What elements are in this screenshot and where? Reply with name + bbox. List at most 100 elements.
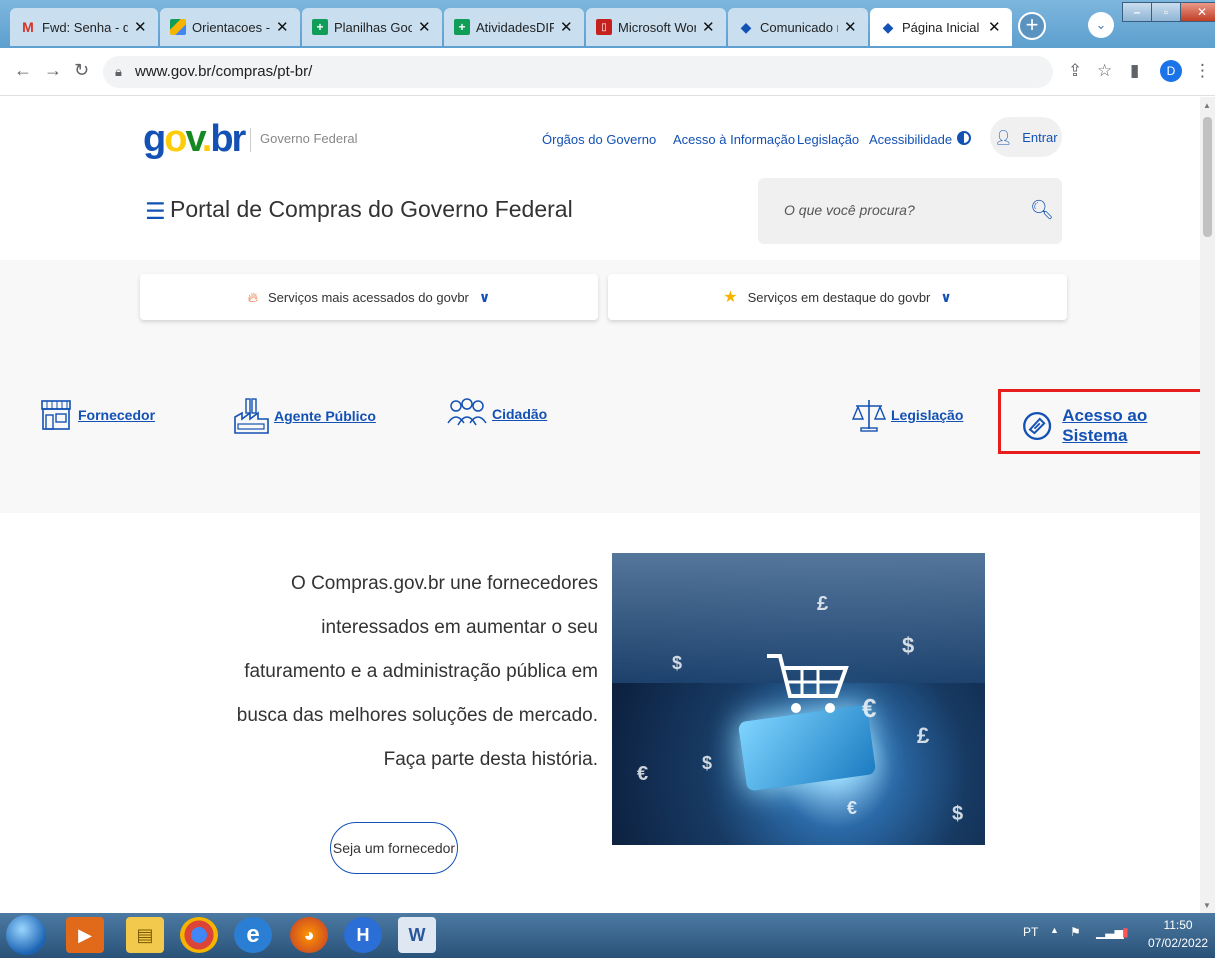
bookmark-star-icon[interactable]: ☆ <box>1097 61 1112 81</box>
flame-icon: 🔥︎ <box>247 288 259 305</box>
firefox-icon[interactable]: ◕ <box>290 917 328 953</box>
close-tab-icon[interactable]: ✕ <box>276 18 290 36</box>
side-panel-icon[interactable]: ▮ <box>1130 61 1139 81</box>
tab-title: AtividadesDIFIN - <box>476 19 554 35</box>
maximize-button[interactable]: ▫ <box>1151 2 1181 22</box>
close-tab-icon[interactable]: ✕ <box>560 18 574 36</box>
close-tab-icon[interactable]: ✕ <box>844 18 858 36</box>
scroll-up-arrow-icon[interactable]: ▲ <box>1203 101 1211 110</box>
tab-orientacoes[interactable]: Orientacoes - Goo ✕ <box>160 8 300 46</box>
hero-line: O Compras.gov.br une fornecedores <box>291 573 598 594</box>
govbr-icon: ◆ <box>882 18 894 35</box>
h-app-icon[interactable]: H <box>344 917 382 953</box>
hero-line: Faça parte desta história. <box>383 749 598 770</box>
word-doc-icon: ▯ <box>596 19 612 35</box>
word-icon[interactable]: W <box>398 917 436 953</box>
file-explorer-icon[interactable]: ▤ <box>126 917 164 953</box>
minimize-button[interactable]: – <box>1122 2 1152 22</box>
hamburger-menu-icon[interactable]: ☰ <box>145 200 166 223</box>
profile-avatar[interactable]: D <box>1160 60 1182 82</box>
search-icon[interactable]: 🔍︎ <box>1030 198 1054 222</box>
forward-arrow-icon[interactable]: → <box>44 60 62 81</box>
logo-letter: g <box>143 118 166 160</box>
back-arrow-icon[interactable]: ← <box>14 60 32 81</box>
govbr-logo[interactable]: gov.br <box>143 118 246 160</box>
search-input[interactable]: O que você procura? 🔍︎ <box>758 178 1062 244</box>
lock-icon: 🔒︎ <box>115 64 122 79</box>
internet-explorer-icon[interactable]: e <box>234 917 272 953</box>
persona-label: Legislação <box>891 407 964 423</box>
currency-symbol: £ <box>917 723 930 748</box>
persona-fornecedor[interactable]: Fornecedor <box>38 397 155 433</box>
menu-kebab-icon[interactable]: ⋮ <box>1194 61 1211 81</box>
featured-services-dropdown[interactable]: ★ Serviços em destaque do govbr ∨ <box>608 274 1067 320</box>
persona-label: Agente Público <box>274 408 376 424</box>
tab-search-button[interactable]: ⌄ <box>1088 12 1114 38</box>
show-hidden-icons-icon[interactable]: ▲ <box>1050 925 1059 935</box>
media-player-icon[interactable]: ▶ <box>66 917 104 953</box>
new-tab-button[interactable]: + <box>1018 12 1046 40</box>
share-icon[interactable]: ⇪ <box>1068 61 1082 81</box>
scales-icon <box>851 400 887 432</box>
persona-agente-publico[interactable]: Agente Público <box>232 397 376 435</box>
scroll-down-arrow-icon[interactable]: ▼ <box>1203 901 1211 910</box>
people-icon <box>447 398 487 426</box>
page-scrollbar[interactable]: ▲ ▼ <box>1200 97 1215 913</box>
tab-comunicado[interactable]: ◆ Comunicado nº 3/ ✕ <box>728 8 868 46</box>
login-button[interactable]: 👤︎ Entrar <box>990 117 1062 157</box>
language-indicator[interactable]: PT <box>1023 925 1038 939</box>
google-drive-icon <box>170 19 186 35</box>
currency-symbol: $ <box>952 803 964 825</box>
currency-symbol: $ <box>902 633 915 658</box>
link-legislacao[interactable]: Legislação <box>797 132 859 147</box>
web-page: gov.br Governo Federal Órgãos do Governo… <box>0 97 1200 913</box>
become-supplier-button[interactable]: Seja um fornecedor <box>330 822 458 874</box>
system-clock[interactable]: 11:50 07/02/2022 <box>1148 916 1208 952</box>
battery-icon[interactable]: ▮ <box>1122 925 1129 939</box>
address-bar[interactable]: 🔒︎ www.gov.br/compras/pt-br/ <box>103 56 1053 88</box>
action-center-flag-icon[interactable]: ⚑ <box>1070 925 1081 939</box>
tab-pagina-inicial[interactable]: ◆ Página Inicial do C ✕ <box>870 8 1012 46</box>
close-tab-icon[interactable]: ✕ <box>418 18 432 36</box>
close-tab-icon[interactable]: ✕ <box>988 18 1002 36</box>
most-accessed-services-dropdown[interactable]: 🔥︎ Serviços mais acessados do govbr ∨ <box>140 274 598 320</box>
tab-gmail[interactable]: M Fwd: Senha - difin ✕ <box>10 8 158 46</box>
link-acesso-a-informacao[interactable]: Acesso à Informação <box>673 132 795 147</box>
sheets-icon: + <box>454 19 470 35</box>
network-signal-icon[interactable]: ▁▃▅ <box>1096 925 1124 939</box>
tab-title: Comunicado nº 3/ <box>760 19 838 35</box>
reload-icon[interactable]: ↻ <box>74 60 89 81</box>
currency-symbol: € <box>847 798 858 818</box>
currency-symbol: € <box>637 763 649 785</box>
portal-title: Portal de Compras do Governo Federal <box>170 196 573 222</box>
start-button[interactable] <box>6 915 46 955</box>
tab-atividades[interactable]: + AtividadesDIFIN - ✕ <box>444 8 584 46</box>
tab-word[interactable]: ▯ Microsoft Word - ✕ <box>586 8 726 46</box>
currency-symbol: $ <box>672 653 683 673</box>
service-card-label: Serviços em destaque do govbr <box>747 289 931 305</box>
tab-planilhas[interactable]: + Planilhas Google ✕ <box>302 8 442 46</box>
currency-symbol: £ <box>817 593 829 615</box>
hero-line: interessados em aumentar o seu <box>321 617 598 638</box>
url-text: www.gov.br/compras/pt-br/ <box>135 63 313 80</box>
window-controls: – ▫ ✕ <box>1122 2 1215 22</box>
store-icon <box>41 400 71 430</box>
contrast-icon[interactable] <box>957 131 971 145</box>
service-card-label: Serviços mais acessados do govbr <box>268 289 469 305</box>
close-tab-icon[interactable]: ✕ <box>134 18 148 36</box>
persona-cidadao[interactable]: Cidadão <box>446 397 547 431</box>
close-tab-icon[interactable]: ✕ <box>702 18 716 36</box>
chrome-icon[interactable] <box>180 917 218 953</box>
browser-toolbar: ← → ↻ 🔒︎ www.gov.br/compras/pt-br/ ⇪ ☆ ▮… <box>0 48 1215 96</box>
tab-title: Planilhas Google <box>334 19 412 35</box>
hero-image-shopping-cart-phone: $ £ $ £ € $ € $ € <box>612 553 985 845</box>
search-placeholder: O que você procura? <box>784 202 915 218</box>
link-acessibilidade[interactable]: Acessibilidade <box>869 132 952 147</box>
scrollbar-thumb[interactable] <box>1203 117 1212 237</box>
persona-legislacao[interactable]: Legislação <box>851 397 963 433</box>
link-orgaos-do-governo[interactable]: Órgãos do Governo <box>542 132 656 147</box>
close-window-button[interactable]: ✕ <box>1180 2 1215 22</box>
persona-acesso-ao-sistema[interactable]: Acesso ao Sistema <box>1022 406 1200 446</box>
govbr-icon: ◆ <box>740 18 752 35</box>
persona-label: Acesso ao Sistema <box>1062 406 1148 445</box>
